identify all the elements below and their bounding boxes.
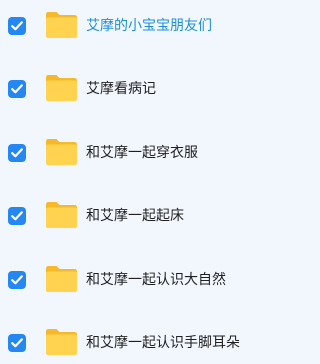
folder-list: 艾摩的小宝宝朋友们 艾摩看病记 和艾摩一起穿衣服 和艾摩一起起床 和艾摩一起认识…: [0, 0, 269, 363]
folder-row[interactable]: 和艾摩一起认识大自然: [0, 261, 269, 301]
folder-row[interactable]: 和艾摩一起起床: [0, 197, 269, 237]
folder-name: 和艾摩一起认识大自然: [86, 272, 226, 288]
folder-icon: [46, 12, 77, 38]
folder-row[interactable]: 和艾摩一起穿衣服: [0, 134, 269, 174]
folder-row[interactable]: 艾摩的小宝宝朋友们: [0, 7, 269, 47]
row-checkbox[interactable]: [8, 334, 26, 352]
folder-row[interactable]: 和艾摩一起认识手脚耳朵: [0, 324, 269, 364]
folder-icon: [46, 266, 77, 292]
row-checkbox[interactable]: [8, 17, 26, 35]
folder-icon: [46, 139, 77, 165]
checkmark-icon: [11, 211, 23, 221]
folder-icon: [46, 75, 77, 101]
folder-icon: [46, 202, 77, 228]
folder-name: 艾摩看病记: [86, 81, 156, 97]
row-checkbox[interactable]: [8, 271, 26, 289]
folder-row[interactable]: 艾摩看病记: [0, 70, 269, 110]
checkmark-icon: [11, 338, 23, 348]
checkmark-icon: [11, 275, 23, 285]
checkmark-icon: [11, 21, 23, 31]
row-checkbox[interactable]: [8, 207, 26, 225]
folder-name: 和艾摩一起穿衣服: [86, 145, 198, 161]
folder-name: 艾摩的小宝宝朋友们: [86, 18, 212, 34]
row-checkbox[interactable]: [8, 144, 26, 162]
row-checkbox[interactable]: [8, 80, 26, 98]
folder-name: 和艾摩一起认识手脚耳朵: [86, 335, 240, 351]
checkmark-icon: [11, 84, 23, 94]
checkmark-icon: [11, 148, 23, 158]
folder-icon: [46, 329, 77, 355]
folder-name: 和艾摩一起起床: [86, 208, 184, 224]
